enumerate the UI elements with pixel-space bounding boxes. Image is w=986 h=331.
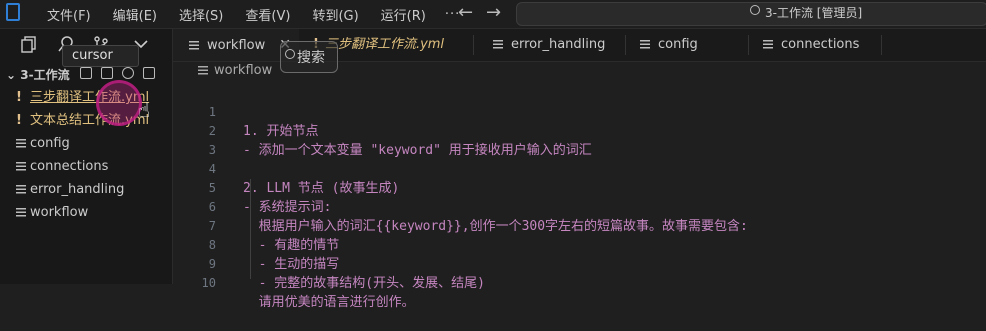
tab-label: workflow [207, 38, 266, 53]
tab-label: error_handling [511, 37, 606, 52]
text-file-icon [189, 41, 199, 50]
tab-divider [881, 35, 882, 55]
yaml-file-icon: ! [16, 113, 22, 128]
text-file-icon [493, 40, 503, 49]
file-name: config [30, 136, 70, 151]
code-line: 1 1. 开始节点 [173, 84, 986, 139]
tooltip: cursor [62, 45, 139, 67]
text-file-icon [16, 139, 26, 148]
file-item-workflow[interactable]: workflow [0, 201, 172, 224]
code-line: 4 2. LLM 节点 (故事生成) [173, 141, 986, 196]
menu-view[interactable]: 查看(V) [234, 5, 301, 24]
breadcrumb-file: workflow [214, 63, 273, 78]
text-file-icon [198, 66, 208, 75]
code-line: 6 根据用户输入的词汇{{keyword}},创作一个300字左右的短篇故事。故… [173, 179, 986, 234]
app-logo-icon [6, 3, 20, 21]
file-item-config[interactable]: config [0, 132, 172, 155]
explorer-sidebar: ⌄ 3-工作流 ! 三步翻译工作流.yml ! 文本总结工作流.yml config… [0, 29, 173, 284]
search-input[interactable]: 搜索 [280, 41, 338, 73]
menu-file[interactable]: 文件(F) [36, 5, 102, 24]
file-item-error-handling[interactable]: error_handling [0, 178, 172, 201]
explorer-root-label: 3-工作流 [20, 68, 70, 82]
tab-divider [625, 35, 626, 55]
explorer-actions [80, 67, 155, 79]
tab-error-handling[interactable]: error_handling [493, 29, 605, 61]
tab-divider [748, 35, 749, 55]
tab-label: connections [781, 37, 860, 52]
search-icon [285, 49, 295, 59]
text-file-icon [640, 40, 650, 49]
code-text: 请用优美的语言进行创作。 [243, 295, 415, 310]
text-file-icon [763, 40, 773, 49]
title-bar: 文件(F) 编辑(E) 选择(S) 查看(V) 转到(G) 运行(R) ··· … [0, 0, 986, 29]
code-line: 5 - 系统提示词: [173, 160, 986, 215]
explorer-root-folder[interactable]: ⌄ 3-工作流 [6, 66, 70, 83]
collapse-all-icon[interactable] [143, 67, 155, 79]
search-icon [750, 5, 760, 15]
explorer-files-icon[interactable] [20, 35, 38, 53]
back-arrow-icon[interactable]: ← [458, 2, 473, 23]
code-line: 10 请用优美的语言进行创作。 [173, 255, 986, 310]
menu-run[interactable]: 运行(R) [370, 5, 437, 24]
tab-label: config [658, 37, 698, 52]
menu-go[interactable]: 转到(G) [301, 5, 369, 24]
tab-label: 三步翻译工作流.yml [324, 37, 445, 52]
code-line: 2 - 添加一个文本变量 "keyword" 用于接收用户输入的词汇 [173, 103, 986, 158]
code-editor[interactable]: 1 1. 开始节点 2 - 添加一个文本变量 "keyword" 用于接收用户输… [173, 84, 986, 310]
file-name: workflow [30, 205, 89, 220]
code-line: 8 - 生动的描写 [173, 217, 986, 272]
file-item-connections[interactable]: connections [0, 155, 172, 178]
cursor-highlight [96, 80, 142, 126]
refresh-icon[interactable] [122, 67, 134, 79]
breadcrumb[interactable]: workflow [198, 63, 272, 78]
menu-bar: 文件(F) 编辑(E) 选择(S) 查看(V) 转到(G) 运行(R) ··· [36, 0, 468, 28]
tab-divider [473, 35, 474, 55]
tab-connections[interactable]: connections [763, 29, 859, 61]
file-name: connections [30, 159, 109, 174]
menu-selection[interactable]: 选择(S) [168, 5, 234, 24]
code-line: 3 [173, 122, 986, 157]
command-center-text: 3-工作流 [管理员] [765, 6, 863, 20]
new-file-icon[interactable] [80, 67, 92, 79]
text-file-icon [16, 162, 26, 171]
tab-config[interactable]: config [640, 29, 698, 61]
search-placeholder: 搜索 [297, 50, 325, 66]
new-folder-icon[interactable] [101, 67, 113, 79]
code-line: 7 - 有趣的情节 [173, 198, 986, 253]
file-name: error_handling [30, 182, 125, 197]
tooltip-text: cursor [72, 48, 113, 63]
yaml-file-icon: ! [16, 90, 22, 105]
hand-pointer-icon: ☝ [138, 98, 151, 122]
forward-arrow-icon[interactable]: → [486, 2, 501, 23]
menu-edit[interactable]: 编辑(E) [102, 5, 168, 24]
text-file-icon [16, 185, 26, 194]
code-line: 9 - 完整的故事结构(开头、发展、结尾) [173, 236, 986, 291]
chevron-down-icon: ⌄ [6, 68, 21, 82]
text-file-icon [16, 208, 26, 217]
